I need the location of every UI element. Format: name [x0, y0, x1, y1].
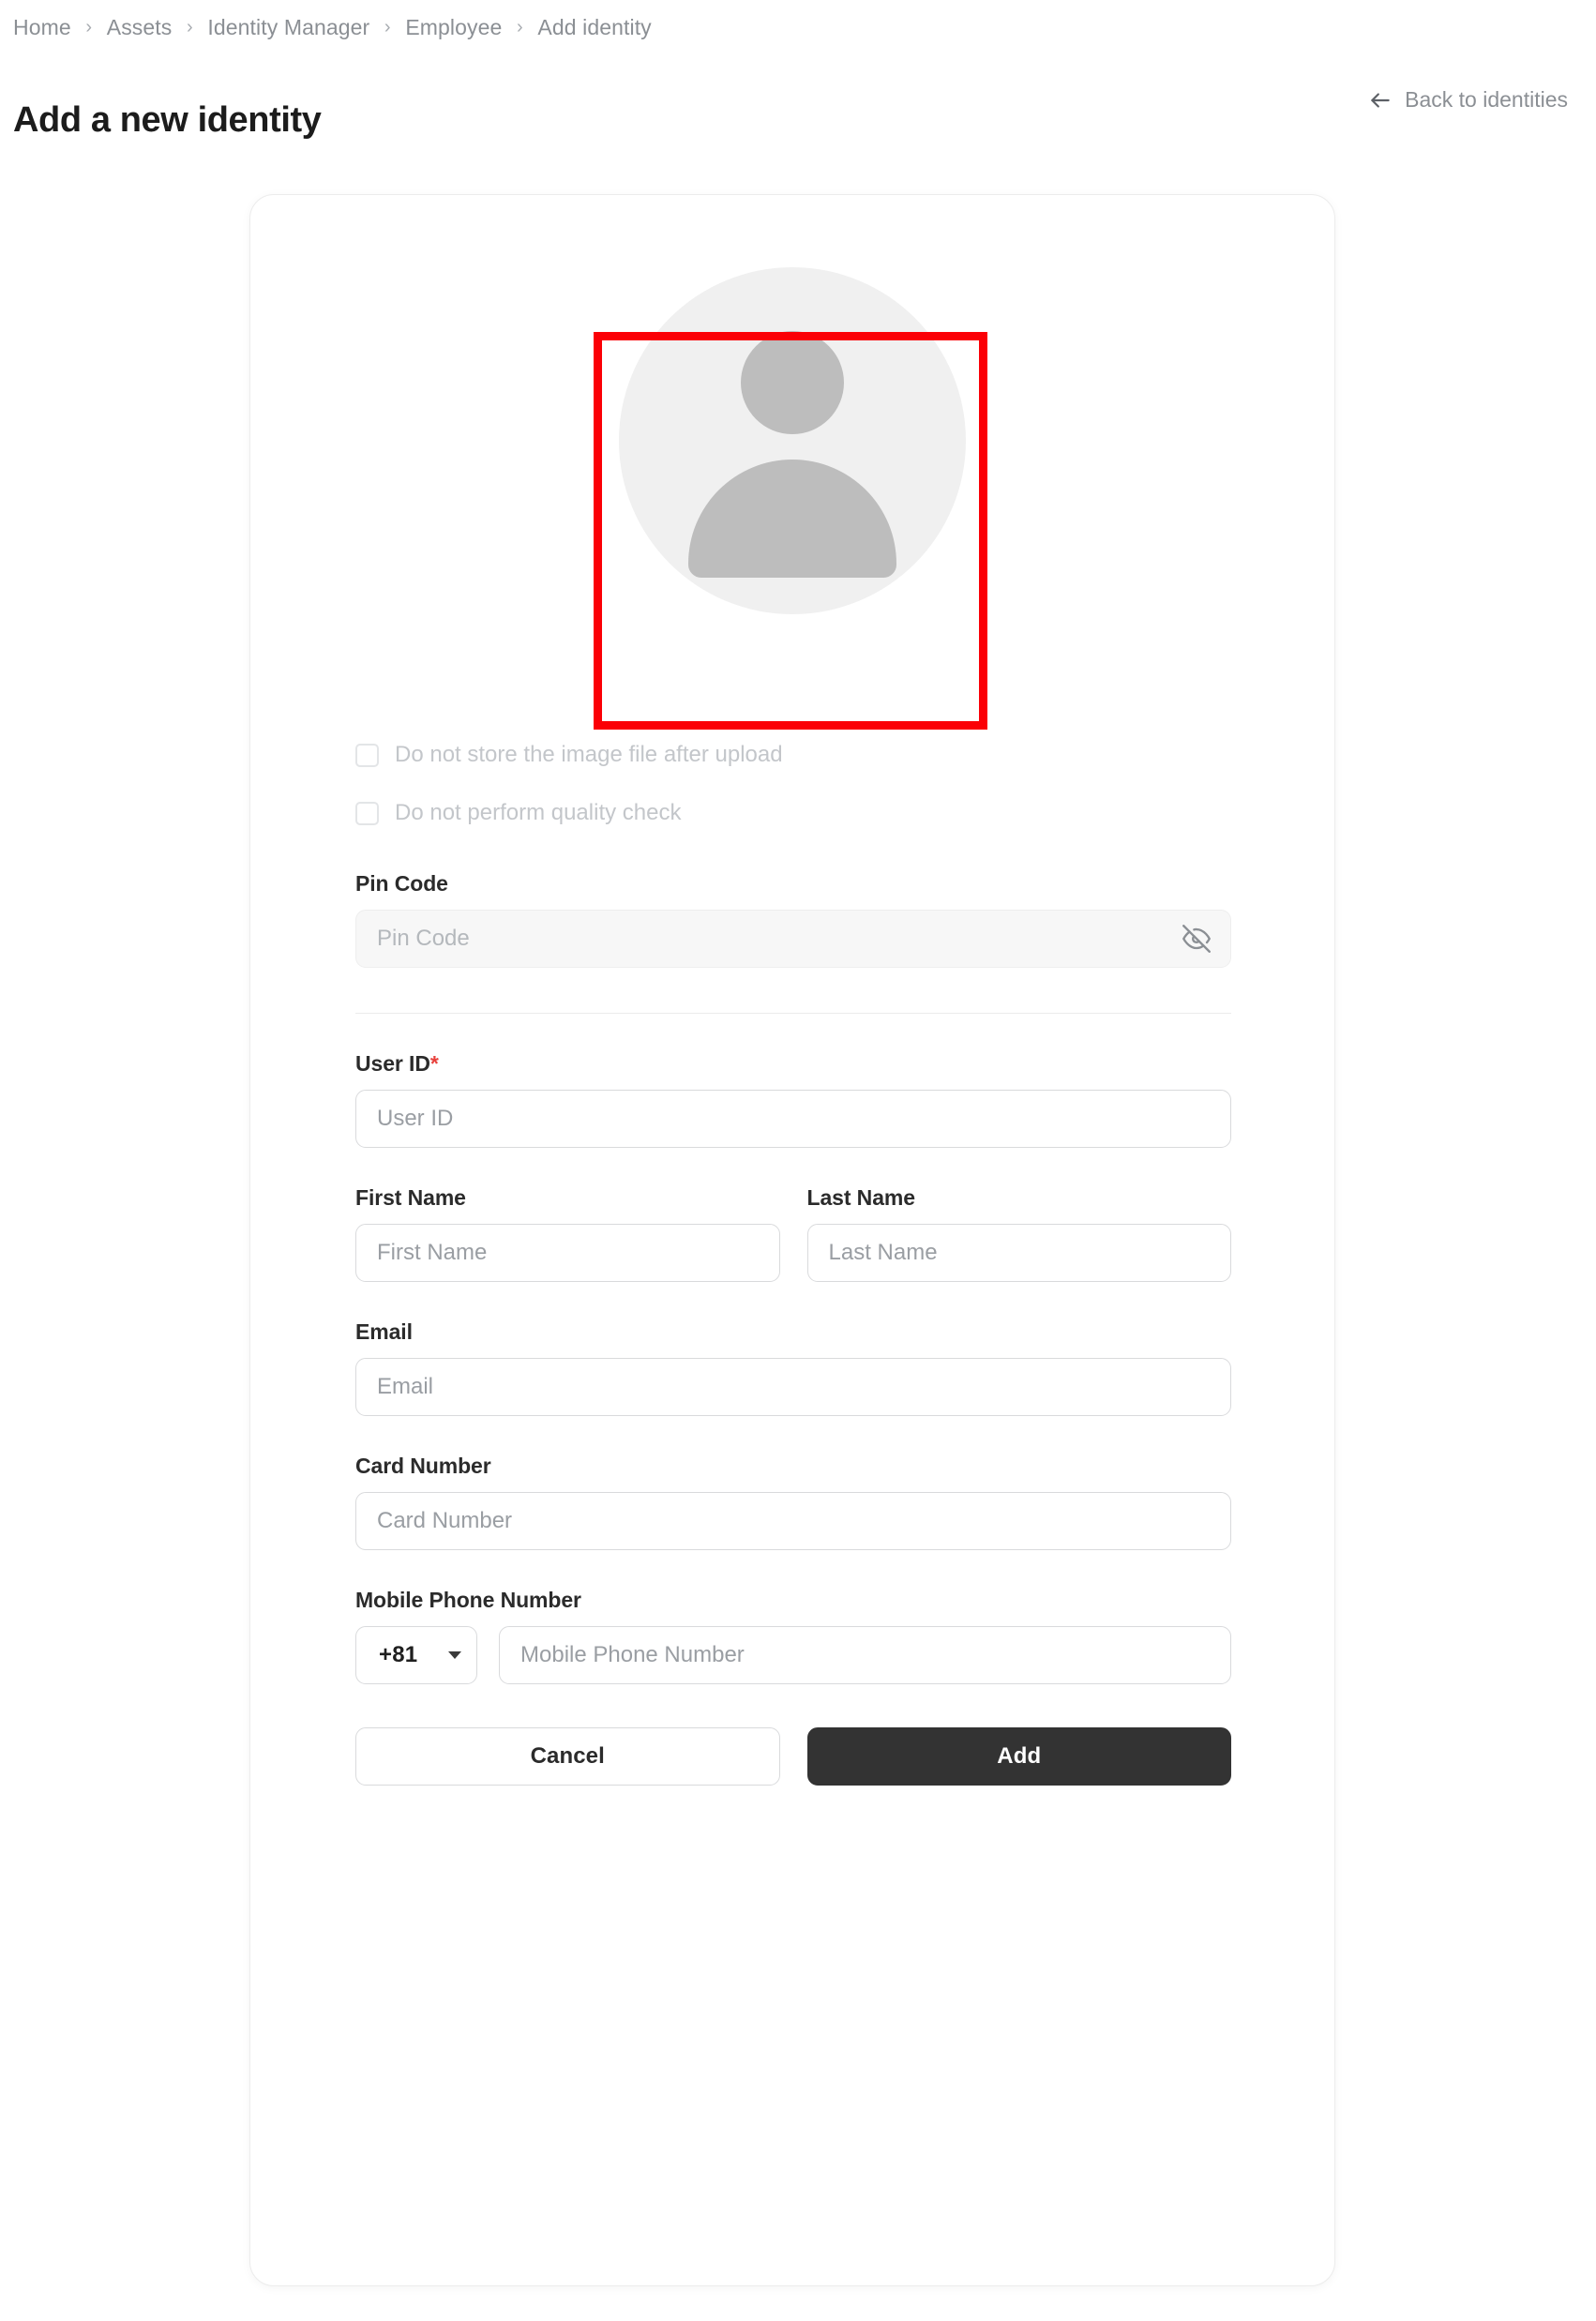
breadcrumb-item-add-identity: Add identity — [537, 15, 652, 39]
breadcrumb-separator-icon: › — [517, 16, 523, 38]
back-to-identities-label: Back to identities — [1405, 87, 1568, 112]
country-code-value: +81 — [379, 1642, 418, 1667]
user-id-label: User ID* — [355, 1051, 1231, 1077]
form-actions: Cancel Add — [355, 1727, 1231, 1786]
breadcrumb: Home › Assets › Identity Manager › Emplo… — [13, 13, 652, 42]
required-marker: * — [429, 1051, 439, 1076]
arrow-left-icon — [1368, 88, 1393, 113]
chevron-down-icon — [448, 1651, 461, 1659]
card-number-input[interactable] — [355, 1492, 1231, 1550]
user-id-label-text: User ID — [355, 1051, 430, 1076]
breadcrumb-separator-icon: › — [384, 16, 391, 38]
user-id-input[interactable] — [355, 1090, 1231, 1148]
field-row-name: First Name Last Name — [355, 1185, 1231, 1282]
email-label: Email — [355, 1319, 413, 1344]
pin-code-input[interactable] — [355, 910, 1231, 968]
breadcrumb-item-employee[interactable]: Employee — [405, 13, 502, 42]
option-label: Do not perform quality check — [395, 800, 682, 825]
back-to-identities-link[interactable]: Back to identities — [1368, 87, 1568, 113]
page-title: Add a new identity — [13, 100, 322, 141]
mobile-phone-input[interactable] — [499, 1626, 1231, 1684]
country-code-select[interactable]: +81 — [355, 1626, 477, 1684]
first-name-label: First Name — [355, 1185, 466, 1210]
breadcrumb-item-home[interactable]: Home — [13, 13, 71, 42]
field-last-name: Last Name — [806, 1185, 1231, 1282]
breadcrumb-separator-icon: › — [187, 16, 193, 38]
avatar-head-shape — [741, 331, 844, 434]
mobile-phone-label: Mobile Phone Number — [355, 1588, 581, 1612]
email-input[interactable] — [355, 1358, 1231, 1416]
person-placeholder-icon[interactable] — [619, 267, 966, 614]
option-do-not-store-image[interactable]: Do not store the image file after upload — [355, 734, 1231, 776]
eye-off-icon[interactable] — [1179, 921, 1214, 957]
avatar-body-shape — [688, 460, 896, 578]
form-divider — [355, 1013, 1231, 1014]
field-email: Email — [355, 1319, 1231, 1416]
field-mobile-phone: Mobile Phone Number +81 — [355, 1588, 1231, 1684]
cancel-button[interactable]: Cancel — [355, 1727, 780, 1786]
breadcrumb-item-identity-manager[interactable]: Identity Manager — [207, 13, 369, 42]
last-name-label: Last Name — [806, 1185, 916, 1210]
breadcrumb-separator-icon: › — [85, 16, 93, 38]
identity-form: Do not store the image file after upload… — [355, 734, 1231, 1786]
checkbox-do-not-perform-quality-check[interactable] — [355, 801, 379, 825]
breadcrumb-item-assets[interactable]: Assets — [107, 13, 173, 42]
add-identity-card: Do not store the image file after upload… — [249, 194, 1335, 2286]
pin-code-label: Pin Code — [355, 871, 448, 896]
checkbox-do-not-store-image[interactable] — [355, 743, 379, 767]
field-card-number: Card Number — [355, 1454, 1231, 1550]
option-do-not-perform-quality-check[interactable]: Do not perform quality check — [355, 792, 1231, 834]
first-name-input[interactable] — [355, 1224, 780, 1282]
field-pin-code: Pin Code — [355, 871, 1231, 968]
card-number-label: Card Number — [355, 1454, 491, 1478]
field-first-name: First Name — [355, 1185, 780, 1282]
option-label: Do not store the image file after upload — [395, 742, 783, 767]
avatar-upload-area[interactable] — [250, 247, 1334, 730]
last-name-input[interactable] — [806, 1224, 1231, 1282]
add-button[interactable]: Add — [806, 1727, 1231, 1786]
field-user-id: User ID* — [355, 1051, 1231, 1148]
